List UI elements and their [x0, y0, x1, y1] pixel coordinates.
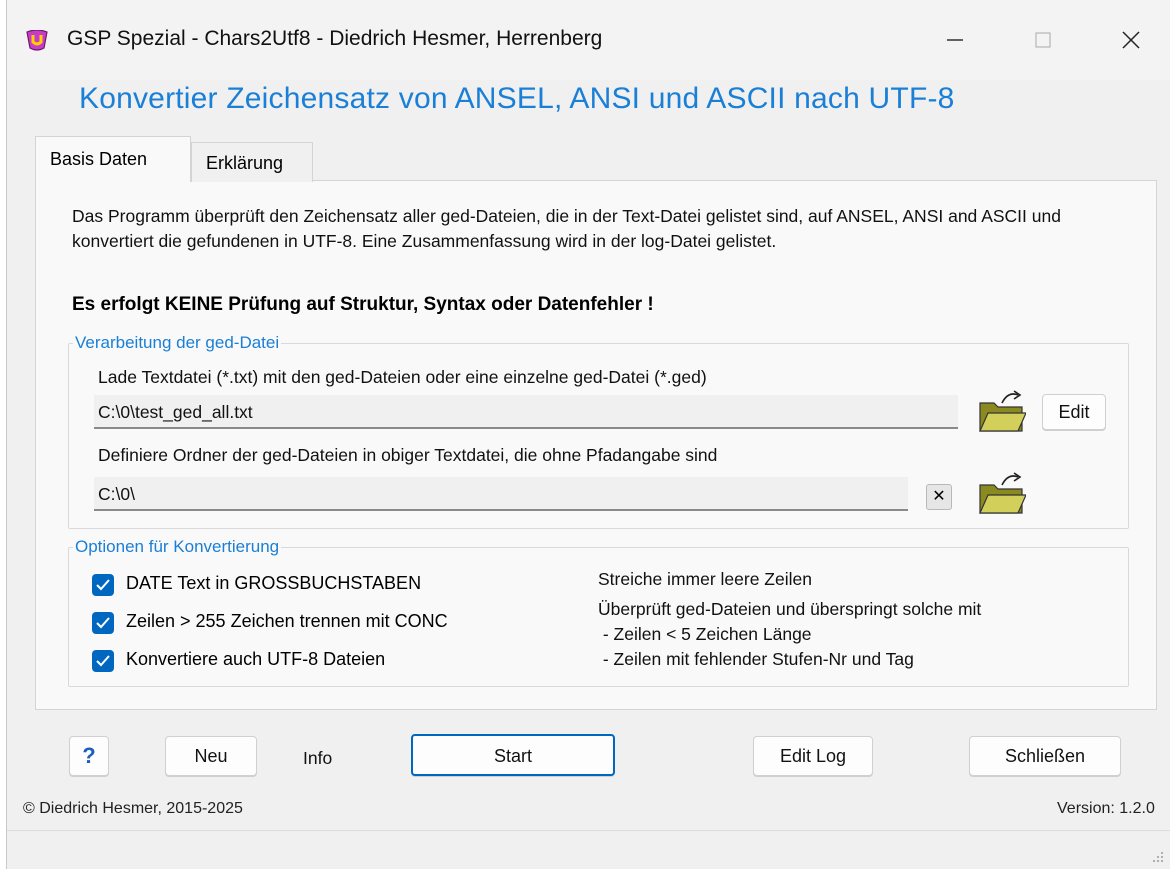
new-button[interactable]: Neu	[165, 736, 257, 776]
clear-icon: ✕	[932, 488, 946, 505]
checkbox-label: Konvertiere auch UTF-8 Dateien	[126, 649, 386, 669]
options-legend: Optionen für Konvertierung	[75, 537, 280, 556]
description-text: Das Programm überprüft den Zeichensatz a…	[72, 206, 1061, 251]
checkbox-label: Zeilen > 255 Zeichen trennen mit CONC	[126, 611, 448, 631]
help-icon: ?	[82, 743, 96, 768]
close-button[interactable]: Schließen	[969, 736, 1121, 776]
help-button[interactable]: ?	[69, 736, 109, 776]
clear-folder-button[interactable]: ✕	[926, 484, 952, 510]
maximize-icon	[1035, 32, 1051, 48]
check-icon	[96, 617, 110, 629]
open-folder-icon	[979, 472, 1027, 514]
check-icon	[96, 579, 110, 591]
main-heading: Konvertier Zeichensatz von ANSEL, ANSI u…	[79, 82, 955, 115]
resize-grip-icon[interactable]	[1150, 849, 1164, 863]
app-logo-icon	[25, 29, 49, 52]
info-check-files: Überprüft ged-Dateien und überspringt so…	[598, 599, 982, 619]
info-short-lines: - Zeilen < 5 Zeichen Länge	[598, 624, 812, 644]
tab-panel-basis-daten: Das Programm überprüft den Zeichensatz a…	[35, 180, 1157, 710]
checkbox-label: DATE Text in GROSSBUCHSTABEN	[126, 573, 422, 593]
close-window-button[interactable]	[1101, 18, 1161, 62]
load-file-label: Lade Textdatei (*.txt) mit den ged-Datei…	[98, 367, 707, 387]
status-bar	[7, 830, 1170, 869]
checkbox-checked[interactable]	[92, 612, 114, 634]
minimize-button[interactable]	[925, 18, 985, 62]
copyright-text: © Diedrich Hesmer, 2015-2025	[23, 800, 243, 817]
checkbox-checked[interactable]	[92, 574, 114, 596]
info-empty-lines: Streiche immer leere Zeilen	[598, 569, 812, 589]
open-folder-button[interactable]	[978, 471, 1027, 515]
checkbox-checked[interactable]	[92, 650, 114, 672]
edit-log-button[interactable]: Edit Log	[753, 736, 873, 776]
info-label[interactable]: Info	[303, 748, 332, 769]
close-icon	[1122, 31, 1140, 49]
window-title: GSP Spezial - Chars2Utf8 - Diedrich Hesm…	[67, 27, 603, 50]
maximize-button[interactable]	[1013, 18, 1073, 62]
folder-input[interactable]: C:\0\	[94, 477, 908, 511]
tab-erklaerung[interactable]: Erklärung	[191, 142, 313, 182]
minimize-icon	[947, 39, 963, 41]
load-file-input[interactable]: C:\0\test_ged_all.txt	[94, 395, 958, 429]
version-text: Version: 1.2.0	[1057, 800, 1155, 817]
warning-text: Es erfolgt KEINE Prüfung auf Struktur, S…	[72, 294, 654, 315]
app-window: GSP Spezial - Chars2Utf8 - Diedrich Hesm…	[6, 0, 1170, 869]
check-icon	[96, 655, 110, 667]
processing-legend: Verarbeitung der ged-Datei	[75, 333, 280, 352]
edit-textfile-button[interactable]: Edit	[1042, 394, 1106, 430]
start-button[interactable]: Start	[411, 734, 615, 776]
open-file-button[interactable]	[978, 389, 1027, 433]
folder-label: Definiere Ordner der ged-Dateien in obig…	[98, 445, 718, 465]
tab-basis-daten[interactable]: Basis Daten	[35, 136, 191, 182]
open-folder-icon	[979, 390, 1027, 432]
info-missing-level: - Zeilen mit fehlender Stufen-Nr und Tag	[598, 649, 914, 669]
title-bar: GSP Spezial - Chars2Utf8 - Diedrich Hesm…	[7, 0, 1170, 80]
